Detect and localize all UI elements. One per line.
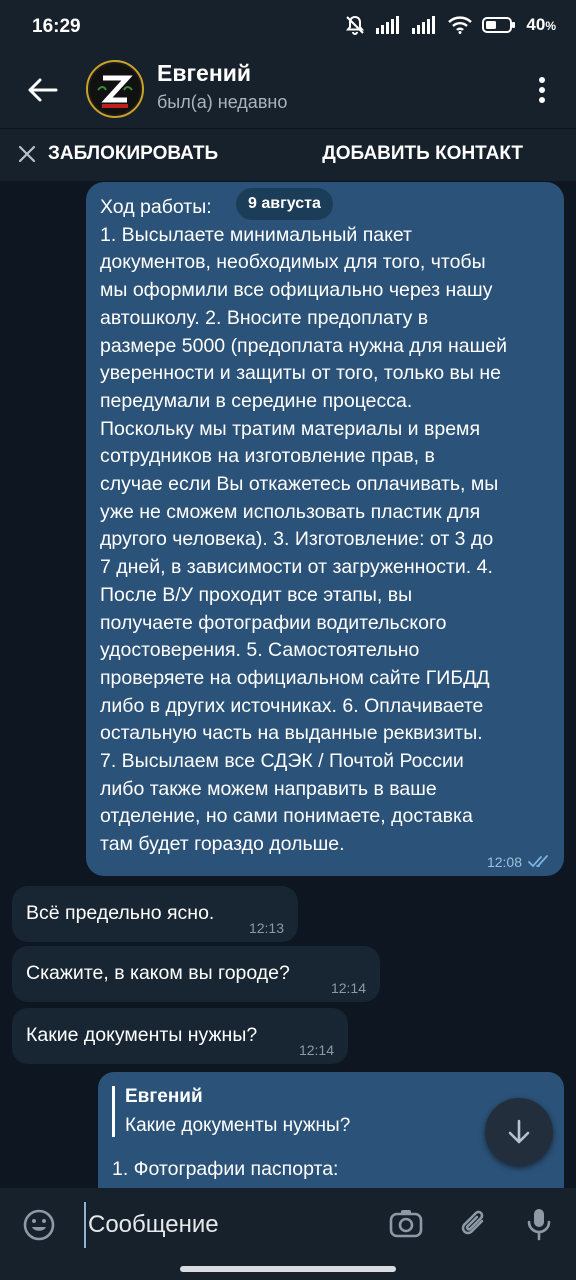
avatar[interactable] (86, 60, 144, 118)
incoming-message[interactable]: Скажите, в каком вы городе? 12:14 (12, 946, 380, 1002)
wifi-icon (448, 16, 473, 34)
battery-level: 40% (526, 15, 556, 34)
message-meta: 12:08 (487, 854, 552, 870)
reply-author: Евгений (125, 1086, 203, 1107)
status-time: 16:29 (32, 16, 81, 37)
signal-icon (376, 16, 400, 34)
gesture-navigation-bar[interactable] (180, 1266, 396, 1272)
message-text: Какие документы нужны? (26, 1024, 258, 1046)
emoji-icon[interactable] (22, 1208, 56, 1242)
paperclip-icon[interactable] (458, 1206, 490, 1242)
battery-icon (482, 17, 516, 33)
message-body: 1. Высылаете минимальный пакет документо… (100, 223, 507, 856)
message-input[interactable] (84, 1202, 370, 1248)
block-button[interactable]: ЗАБЛОКИРОВАТЬ (18, 143, 218, 165)
incoming-message[interactable]: Всё предельно ясно. 12:13 (12, 886, 298, 942)
arrow-left-icon[interactable] (22, 70, 62, 110)
message-time: 12:13 (248, 920, 284, 936)
message-heading: Ход работы: (100, 196, 212, 218)
status-bar: 16:29 40% (0, 0, 576, 52)
message-time: 12:14 (330, 980, 366, 996)
reply-quoted-text: Какие документы нужны? (125, 1115, 351, 1136)
message-text: Всё предельно ясно. (26, 902, 215, 924)
message-time: 12:08 (486, 854, 522, 870)
add-contact-button[interactable]: ДОБАВИТЬ КОНТАКТ (322, 143, 523, 165)
status-icons: 40% (344, 14, 556, 36)
scroll-down-button[interactable] (485, 1098, 553, 1166)
message-text: Скажите, в каком вы городе? (26, 962, 290, 984)
close-icon (18, 145, 36, 163)
chat-title[interactable]: Евгений (157, 60, 251, 87)
incoming-message[interactable]: Какие документы нужны? 12:14 (12, 1008, 348, 1064)
more-vertical-icon[interactable] (528, 74, 556, 106)
microphone-icon[interactable] (526, 1206, 552, 1242)
message-text: Ход работы: 1. Высылаете минимальный пак… (100, 194, 546, 859)
message-text: 1. Фотографии паспорта: (112, 1158, 339, 1180)
last-seen-status: был(а) недавно (157, 92, 288, 112)
signal-icon (412, 16, 436, 34)
arrow-down-icon (508, 1119, 530, 1144)
block-button-label: ЗАБЛОКИРОВАТЬ (48, 143, 219, 164)
mute-bell-icon (346, 15, 365, 35)
camera-icon[interactable] (388, 1206, 424, 1242)
contact-action-bar: ЗАБЛОКИРОВАТЬ ДОБАВИТЬ КОНТАКТ (0, 128, 576, 181)
date-chip: 9 августа (236, 188, 333, 220)
reply-quote[interactable]: Евгений Какие документы нужны? (112, 1086, 350, 1137)
message-list[interactable]: Ход работы: 1. Высылаете минимальный пак… (0, 180, 576, 1188)
chat-header: Евгений был(а) недавно (0, 52, 576, 128)
message-time: 12:14 (298, 1042, 334, 1058)
double-check-icon (528, 855, 548, 868)
outgoing-message[interactable]: Ход работы: 1. Высылаете минимальный пак… (86, 182, 564, 876)
